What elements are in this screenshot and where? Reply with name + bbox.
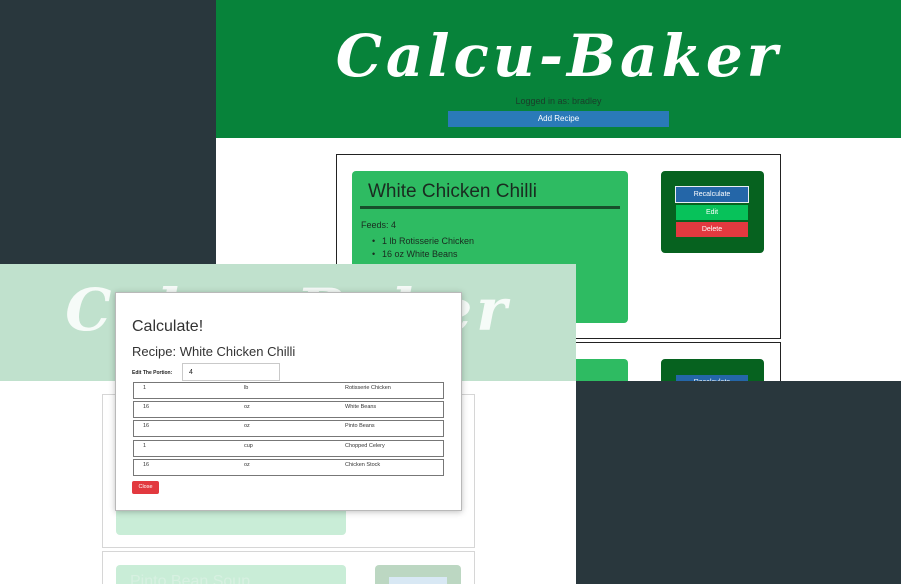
table-row: 16 oz Chicken Stock (133, 459, 444, 476)
table-row: 16 oz Pinto Beans (133, 420, 444, 437)
feeds-text: Feeds: 4 (361, 220, 397, 230)
recipe-title: White Chicken Chilli (368, 181, 537, 202)
logged-in-text: Logged in as: bradley (515, 96, 602, 106)
ingredient-cell: Rotisserie Chicken (345, 385, 391, 391)
modal-recipe-name: Recipe: White Chicken Chilli (132, 344, 296, 359)
unit-cell: lb (244, 385, 249, 391)
recipe-card: Pinto Bean Soup (102, 551, 475, 584)
close-button[interactable]: Close (132, 481, 159, 494)
unit-cell: cup (244, 443, 253, 449)
ingredient-cell: White Beans (345, 404, 377, 410)
calculate-modal: Calculate! Recipe: White Chicken Chilli … (115, 292, 462, 511)
divider (360, 206, 620, 209)
quantity-cell: 1 (143, 385, 147, 391)
quantity-cell: 1 (143, 443, 147, 449)
header: Calcu-Baker Logged in as: bradley Add Re… (216, 0, 901, 138)
recalculate-button[interactable] (389, 577, 447, 584)
ingredient-item: 1 lb Rotisserie Chicken (372, 236, 474, 246)
delete-button[interactable]: Delete (676, 222, 748, 237)
table-row: 1 lb Rotisserie Chicken (133, 382, 444, 399)
ingredient-cell: Chopped Celery (345, 443, 385, 449)
ingredient-cell: Pinto Beans (345, 423, 375, 429)
modal-title: Calculate! (132, 318, 204, 335)
quantity-cell: 16 (143, 423, 150, 429)
recipe-actions (375, 565, 461, 584)
foreground-window: Calcu-Baker Pinto Bean Soup Calculate! R… (0, 264, 576, 584)
ingredient-item: 16 oz White Beans (372, 249, 457, 259)
edit-button[interactable]: Edit (676, 205, 748, 220)
quantity-cell: 16 (143, 404, 150, 410)
add-recipe-button[interactable]: Add Recipe (448, 111, 669, 127)
quantity-cell: 16 (143, 462, 150, 468)
recalculate-button[interactable]: Recalculate (675, 186, 749, 203)
recipe-title: Pinto Bean Soup (130, 573, 251, 584)
recalculate-button[interactable]: Recalculate (676, 375, 748, 381)
unit-cell: oz (244, 462, 250, 468)
unit-cell: oz (244, 423, 250, 429)
portion-label: Edit The Portion: (132, 370, 173, 376)
recipe-panel: Pinto Bean Soup (116, 565, 346, 584)
ingredient-cell: Chicken Stock (345, 462, 381, 468)
recipe-actions: Recalculate (661, 359, 764, 381)
table-row: 16 oz White Beans (133, 401, 444, 418)
recipe-actions: Recalculate Edit Delete (661, 171, 764, 253)
table-row: 1 cup Chopped Celery (133, 440, 444, 457)
portion-input[interactable] (182, 363, 280, 381)
brand-logo: Calcu-Baker (335, 22, 782, 90)
unit-cell: oz (244, 404, 250, 410)
